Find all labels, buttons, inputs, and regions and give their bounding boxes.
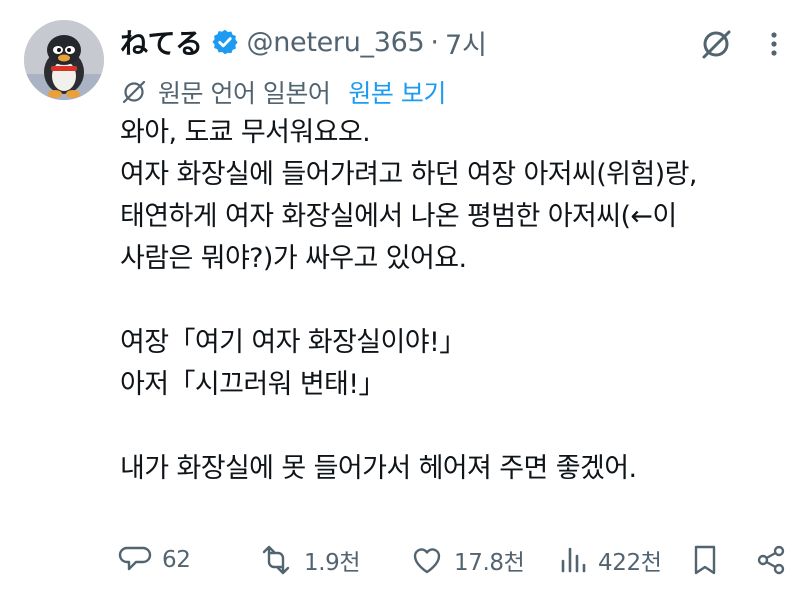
repost-count: 1.9천	[304, 550, 361, 576]
reply-count: 62	[162, 547, 191, 573]
display-name[interactable]: ねてる	[120, 22, 203, 62]
tweet-header: ねてる @neteru_365 · 7시	[120, 22, 791, 62]
avatar[interactable]	[24, 20, 104, 100]
translate-icon	[120, 78, 148, 106]
grok-icon[interactable]	[698, 26, 734, 62]
reply-icon	[118, 546, 152, 571]
translation-note: 원문 언어 일본어 원본 보기	[120, 72, 446, 112]
reply-button[interactable]: 62	[118, 538, 191, 582]
body-line: 아저「시끄러워 변태!」	[120, 369, 386, 400]
tweet-time[interactable]: 7시	[445, 23, 487, 62]
bookmark-icon	[694, 545, 716, 575]
views-button[interactable]: 422천	[558, 538, 662, 582]
body-blank-line	[120, 406, 800, 448]
bookmark-button[interactable]	[690, 538, 720, 582]
user-handle[interactable]: @neteru_365	[247, 27, 425, 58]
repost-button[interactable]: 1.9천	[258, 538, 361, 582]
action-bar: 62 1.9천 17.8천 422천	[118, 538, 798, 582]
repost-icon	[262, 545, 290, 575]
body-line: 와아, 도쿄 무서워요오.	[120, 117, 371, 148]
tweet-body: 와아, 도쿄 무서워요오. 여자 화장실에 들어가려고 하던 여장 아저씨(위험…	[120, 112, 800, 490]
show-original-link[interactable]: 원본 보기	[348, 74, 446, 110]
tweet[interactable]: ねてる @neteru_365 · 7시 원문 언어 일본어 원본 보기 와아,…	[0, 0, 811, 598]
share-icon	[757, 545, 785, 575]
heart-icon	[413, 548, 441, 574]
verified-badge-icon[interactable]	[211, 28, 239, 56]
like-count: 17.8천	[454, 550, 525, 576]
like-button[interactable]: 17.8천	[410, 538, 525, 582]
avatar-image	[24, 20, 104, 100]
body-line: 여자 화장실에 들어가려고 하던 여장 아저씨(위험)랑,	[120, 159, 697, 190]
body-line: 태연하게 여자 화장실에서 나온 평범한 아저씨(←이	[120, 201, 677, 232]
translation-label: 원문 언어 일본어	[158, 79, 331, 108]
body-line: 여장「여기 여자 화장실이야!」	[120, 327, 466, 358]
body-line: 내가 화장실에 못 들어가서 헤어져 주면 좋겠어.	[120, 453, 637, 484]
views-count: 422천	[598, 550, 662, 576]
body-blank-line	[120, 280, 800, 322]
share-button[interactable]	[754, 538, 788, 582]
views-icon	[561, 547, 586, 573]
more-vertical-icon[interactable]	[762, 26, 786, 62]
body-line: 사람은 뭐야?)가 싸우고 있어요.	[120, 243, 467, 274]
separator-dot: ·	[430, 26, 439, 58]
